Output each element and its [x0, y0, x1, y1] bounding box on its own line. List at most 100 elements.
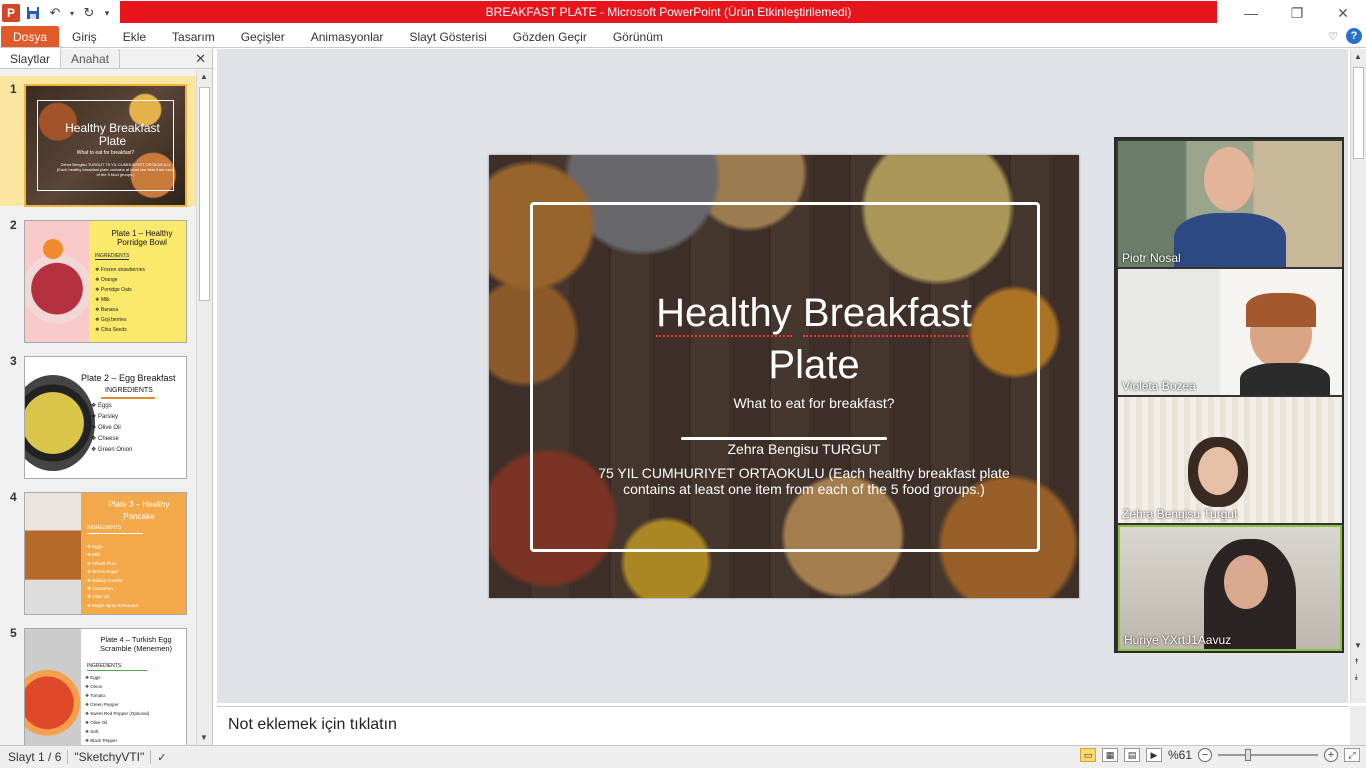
slide-thumbnail-row[interactable]: 3 Plate 2 – Egg Breakfast INGREDIENTS ❖ … — [0, 348, 196, 479]
slide-title[interactable]: Healthy Breakfast Plate — [619, 287, 1009, 391]
tab-animations[interactable]: Animasyonlar — [298, 26, 397, 47]
participant-name: Piotr Nosal — [1122, 251, 1181, 265]
list-item: ❖ Black Pepper — [85, 738, 118, 743]
slide-thumbnail-row[interactable]: 1 Healthy Breakfast Plate What to eat fo… — [0, 76, 196, 207]
tab-file[interactable]: Dosya — [1, 26, 60, 47]
ingredient-list: ❖ Eggs ❖ Parsley ❖ Olive Oil ❖ Cheese ❖ … — [91, 401, 132, 456]
slide-sorter-icon[interactable]: ▦ — [1101, 748, 1118, 762]
list-item: ❖ Salt — [85, 729, 99, 734]
reading-view-icon[interactable]: ▤ — [1123, 748, 1140, 762]
tab-slideshow[interactable]: Slayt Gösterisi — [396, 26, 499, 47]
customize-qat-icon[interactable]: ▾ — [102, 4, 112, 22]
slide-thumbnail[interactable]: Healthy Breakfast Plate What to eat for … — [24, 84, 187, 207]
notes-scrollbar[interactable] — [1350, 706, 1366, 745]
slides-pane: Slaytlar Anahat ✕ 1 Healthy Breakfast Pl… — [0, 49, 213, 745]
title-word-plate: Plate — [768, 343, 860, 387]
zoom-knob[interactable] — [1244, 749, 1251, 761]
participant-hair — [1246, 293, 1316, 327]
scroll-up-icon[interactable]: ▲ — [200, 72, 208, 81]
current-slide[interactable]: Healthy Breakfast Plate What to eat for b… — [489, 155, 1079, 598]
participant-face — [1204, 147, 1254, 211]
spelling-icon[interactable]: ✓ — [157, 751, 166, 764]
slide-number: 5 — [10, 626, 17, 640]
slide-editor: Healthy Breakfast Plate What to eat for b… — [217, 49, 1348, 703]
participant-tile[interactable]: Violeta Bozea — [1118, 269, 1342, 395]
normal-view-icon[interactable]: ▭ — [1079, 748, 1096, 762]
slide-thumbnail-row[interactable]: 4 Plate 3 – Healthy Pancake INGREDIENTS … — [0, 484, 196, 615]
list-item: ❖ Frozen strawberries — [95, 267, 146, 273]
scroll-down-icon[interactable]: ▼ — [200, 733, 208, 742]
title-word-healthy: Healthy — [656, 291, 792, 337]
list-item: ❖ Baking Powder — [87, 577, 123, 583]
zoom-level[interactable]: %61 — [1168, 748, 1192, 762]
help-icon[interactable]: ? — [1346, 28, 1362, 44]
list-item: ❖ Orange — [95, 277, 118, 283]
tab-slides[interactable]: Slaytlar — [0, 49, 62, 68]
ribbon-tabs: Dosya Giriş Ekle Tasarım Geçişler Animas… — [0, 26, 1366, 48]
tab-design[interactable]: Tasarım — [159, 26, 228, 47]
undo-dropdown-icon[interactable]: ▾ — [68, 4, 76, 22]
slide-thumbnail[interactable]: Plate 2 – Egg Breakfast INGREDIENTS ❖ Eg… — [24, 356, 187, 479]
fit-to-window-icon[interactable]: ⤢ — [1344, 748, 1360, 762]
scrollbar-thumb[interactable] — [199, 87, 210, 301]
pancake-image — [25, 493, 81, 614]
slide-thumbnail[interactable]: Plate 4 – Turkish Egg Scramble (Menemen)… — [24, 628, 187, 745]
participant-tile[interactable]: Zehra Bengisu Turgut — [1118, 397, 1342, 523]
zoom-out-icon[interactable]: − — [1198, 748, 1212, 762]
undo-icon[interactable]: ↶ — [46, 4, 64, 22]
save-icon[interactable] — [24, 4, 42, 22]
slide-body-text[interactable]: 75 YIL CUMHURIYET ORTAOKULU (Each health… — [589, 465, 1019, 497]
next-slide-icon[interactable]: ⯯ — [1354, 673, 1359, 683]
thumbnails-scrollbar[interactable]: ▲ ▼ — [196, 70, 212, 745]
redo-icon[interactable]: ↻ — [80, 4, 98, 22]
slide-thumbnail[interactable]: Plate 3 – Healthy Pancake INGREDIENTS ❖ … — [24, 492, 187, 615]
restore-button[interactable]: ❐ — [1274, 0, 1320, 26]
slide-number: 3 — [10, 354, 17, 368]
tab-view[interactable]: Görünüm — [600, 26, 676, 47]
tab-outline[interactable]: Anahat — [61, 49, 121, 68]
title-bar: P ↶ ▾ ↻ ▾ BREAKFAST PLATE - Microsoft Po… — [0, 0, 1366, 26]
previous-slide-icon[interactable]: ⯭ — [1354, 657, 1359, 667]
ribbon-collapse-icon[interactable]: ♡ — [1328, 30, 1338, 43]
editor-scrollbar[interactable]: ▲ ▼ ⯭ ⯯ — [1350, 49, 1366, 703]
slide-thumbnail-row[interactable]: 2 Plate 1 – Healthy Porridge Bowl INGRED… — [0, 212, 196, 343]
thumb-ingredients-label: INGREDIENTS — [87, 525, 122, 531]
scroll-up-icon[interactable]: ▲ — [1354, 52, 1362, 61]
window-title: BREAKFAST PLATE - Microsoft PowerPoint (… — [120, 1, 1217, 23]
slideshow-icon[interactable]: ▶ — [1145, 748, 1162, 762]
zoom-in-icon[interactable]: + — [1324, 748, 1338, 762]
notes-pane[interactable]: Not eklemek için tıklatın — [217, 706, 1348, 745]
minimize-button[interactable]: — — [1228, 0, 1274, 26]
ribbon-right-controls: ♡ ? — [1328, 28, 1362, 44]
participant-body — [1174, 213, 1286, 267]
scrollbar-thumb[interactable] — [1353, 67, 1364, 159]
slide-author[interactable]: Zehra Bengisu TURGUT — [609, 441, 999, 457]
powerpoint-logo-icon[interactable]: P — [2, 4, 20, 22]
tab-transitions[interactable]: Geçişler — [228, 26, 298, 47]
tab-insert[interactable]: Ekle — [110, 26, 159, 47]
zoom-slider[interactable] — [1218, 748, 1318, 762]
participant-tile-active-speaker[interactable]: Huriye YXrtJ1Aavuz — [1118, 525, 1342, 651]
pane-close-icon[interactable]: ✕ — [195, 51, 206, 67]
list-item: ❖ Brown Sugar — [87, 569, 119, 575]
notes-placeholder[interactable]: Not eklemek için tıklatın — [228, 716, 397, 734]
thumb-underline — [87, 670, 147, 671]
participant-name: Zehra Bengisu Turgut — [1122, 507, 1238, 521]
status-separator — [150, 750, 152, 764]
slide-subtitle[interactable]: What to eat for breakfast? — [639, 395, 989, 411]
participant-face — [1224, 555, 1268, 609]
list-item: ❖ Porridge Oats — [95, 287, 132, 293]
slide-thumbnail[interactable]: Plate 1 – Healthy Porridge Bowl INGREDIE… — [24, 220, 187, 343]
ingredient-list: ❖ Eggs ❖ Onion ❖ Tomato ❖ Green Pepper ❖… — [85, 673, 149, 745]
thumb-text: Zehra Bengisu TURGUT 75 YIL CUMHURIYET O… — [56, 162, 175, 177]
close-button[interactable]: ✕ — [1320, 0, 1366, 26]
tab-review[interactable]: Gözden Geçir — [500, 26, 600, 47]
slide-thumbnail-row[interactable]: 5 Plate 4 – Turkish Egg Scramble (Meneme… — [0, 620, 196, 745]
scroll-down-icon[interactable]: ▼ — [1354, 641, 1362, 650]
status-separator — [67, 750, 69, 764]
participant-tile[interactable]: Piotr Nosal — [1118, 141, 1342, 267]
participant-name: Huriye YXrtJ1Aavuz — [1124, 633, 1232, 647]
tab-home[interactable]: Giriş — [59, 26, 110, 47]
window-controls: — ❐ ✕ — [1228, 0, 1366, 26]
list-item: ❖ Olive Oil — [91, 425, 121, 431]
